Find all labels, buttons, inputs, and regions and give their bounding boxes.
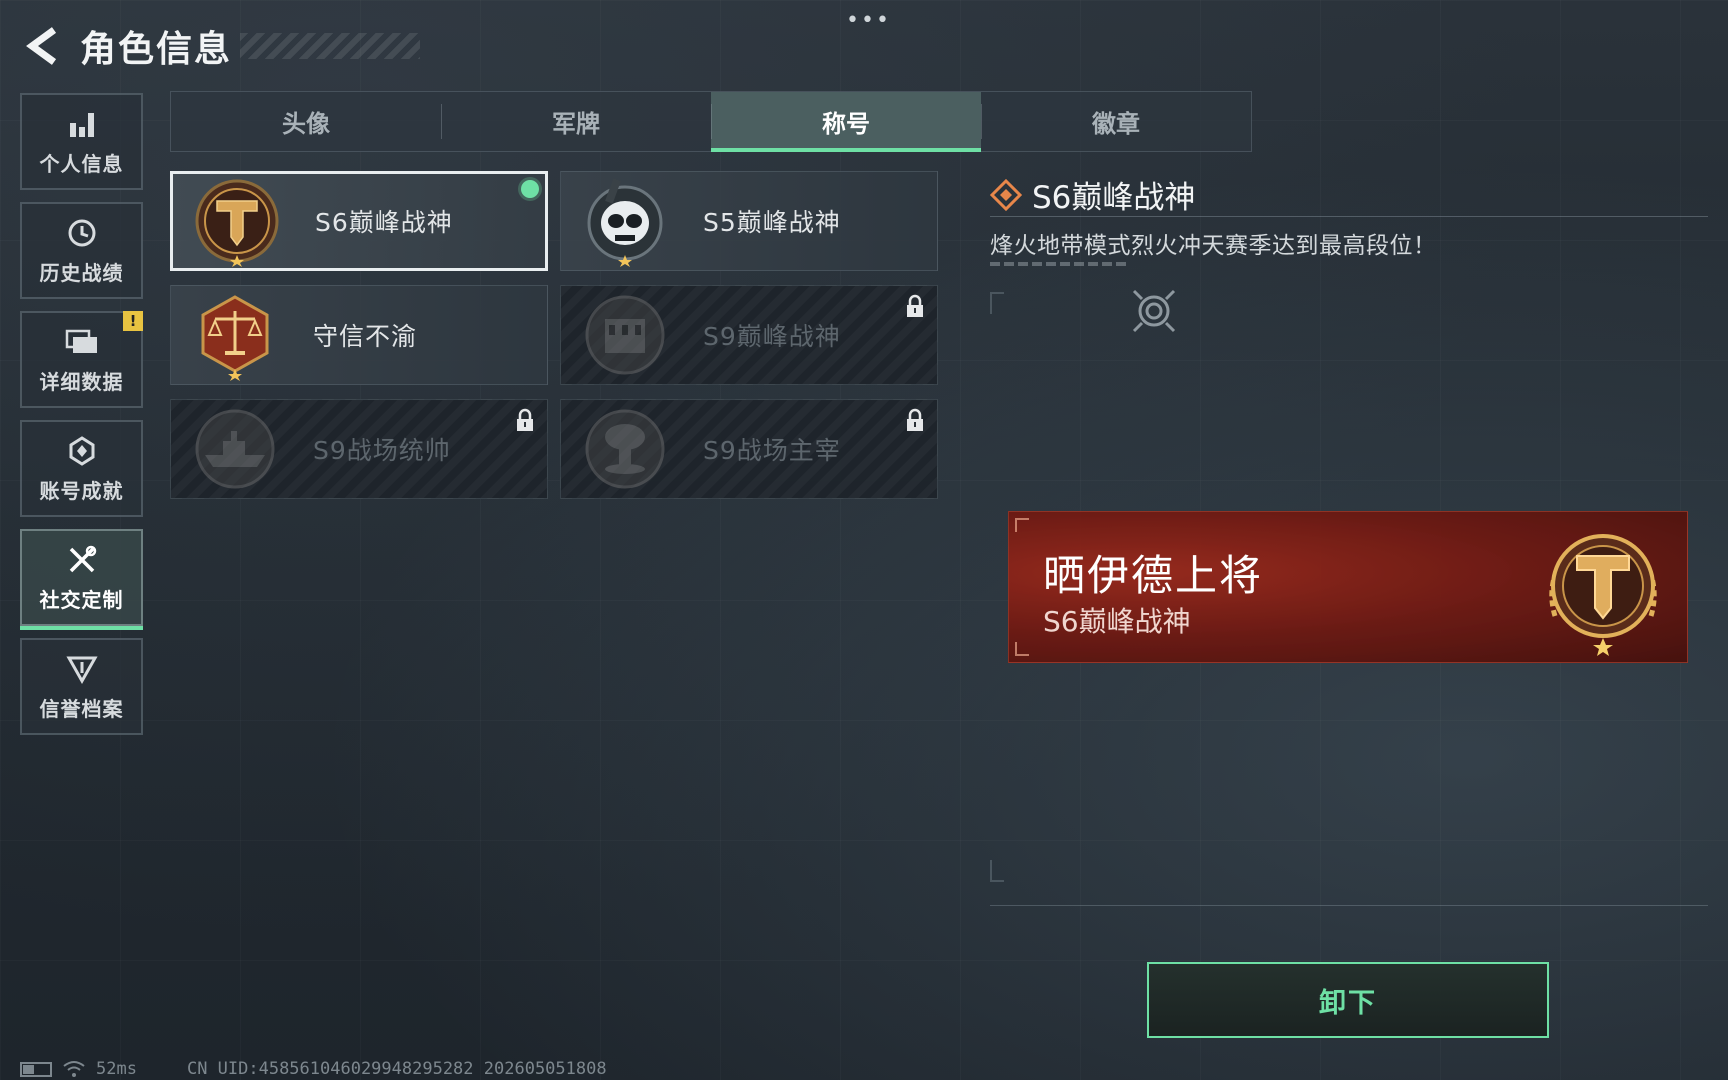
divider [990, 262, 1126, 266]
wifi-icon [63, 1061, 85, 1077]
title-card[interactable]: S5巅峰战神 [560, 171, 938, 271]
history-clock-icon [64, 215, 100, 251]
name-card-preview: 晒伊德上将 S6巅峰战神 [1008, 511, 1688, 663]
skull-emblem-icon [577, 173, 673, 269]
sidebar-item-label: 账号成就 [39, 479, 124, 503]
sidebar-item-label: 历史战绩 [39, 261, 124, 285]
divider [990, 905, 1708, 906]
player-name: 晒伊德上将 [1043, 551, 1264, 600]
target-icon [1130, 287, 1178, 339]
card-label: S9巅峰战神 [703, 322, 841, 351]
battery-icon [20, 1061, 52, 1077]
back-arrow-icon [26, 27, 57, 65]
tab-title[interactable]: 称号 [711, 92, 981, 152]
lock-icon [905, 294, 925, 322]
detail-header: S6巅峰战神 [990, 172, 1195, 217]
status-bar: 52ms CN UID:458561046029948295282 202605… [20, 1058, 607, 1080]
gold-t-emblem-icon [1533, 520, 1673, 660]
lock-icon [905, 408, 925, 436]
warship-emblem-icon [187, 401, 283, 497]
frame-corner [990, 860, 1004, 882]
title-card[interactable]: S9巅峰战神 [560, 285, 938, 385]
sidebar-item-label: 信誉档案 [39, 697, 124, 721]
detail-description: 烽火地带模式烈火冲天赛季达到最高段位！ [990, 233, 1437, 259]
sidebar-item-label: 社交定制 [39, 588, 124, 612]
gold-t-emblem-icon [189, 173, 285, 269]
tab-avatar[interactable]: 头像 [171, 92, 441, 151]
player-title: S6巅峰战神 [1043, 605, 1191, 638]
title-card-grid: S6巅峰战神 S5巅峰战神 守信不渝 S9巅峰战神 S9战场统帅 S9战场主宰 [170, 171, 938, 499]
bar-chart-icon [64, 106, 100, 142]
warning-badge: ! [123, 311, 143, 331]
tab-dog-tag[interactable]: 军牌 [441, 92, 711, 151]
page-header: 角色信息 [20, 18, 421, 74]
title-card[interactable]: S9战场主宰 [560, 399, 938, 499]
sidebar-item-detailed-data[interactable]: ! 详细数据 [20, 311, 143, 408]
scales-emblem-icon [187, 287, 283, 383]
tab-badge[interactable]: 徽章 [981, 92, 1251, 151]
equipped-indicator [521, 180, 539, 198]
title-card[interactable]: S6巅峰战神 [170, 171, 548, 271]
ping-text: 52ms [96, 1059, 137, 1079]
uid-text: CN UID:458561046029948295282 20260505180… [186, 1059, 607, 1079]
tools-icon [64, 542, 100, 578]
unequip-label: 卸下 [1319, 987, 1377, 1019]
card-label: S9战场主宰 [703, 436, 841, 465]
detail-title: S6巅峰战神 [1032, 180, 1196, 216]
sidebar-item-personal-info[interactable]: 个人信息 [20, 93, 143, 190]
card-label: S6巅峰战神 [315, 208, 453, 237]
tab-bar: 头像 军牌 称号 徽章 [170, 91, 1252, 152]
sidebar-item-label: 详细数据 [39, 370, 124, 394]
sidebar-item-reputation[interactable]: 信誉档案 [20, 638, 143, 735]
sidebar: 个人信息 历史战绩 ! 详细数据 账号成就 社交定制 信誉档案 [20, 93, 143, 747]
diamond-marker-icon [990, 178, 1022, 211]
more-dots-icon[interactable]: ••• [846, 8, 891, 33]
card-label: S5巅峰战神 [703, 208, 841, 237]
building-emblem-icon [577, 287, 673, 383]
frame-corner [990, 292, 1004, 314]
card-label: S9战场统帅 [313, 436, 451, 465]
sidebar-item-social-custom[interactable]: 社交定制 [20, 529, 143, 630]
card-label: 守信不渝 [313, 322, 418, 351]
mushroom-cloud-emblem-icon [577, 401, 673, 497]
sidebar-item-label: 个人信息 [39, 152, 124, 176]
sidebar-item-history[interactable]: 历史战绩 [20, 202, 143, 299]
back-button[interactable] [20, 24, 64, 68]
title-card[interactable]: S9战场统帅 [170, 399, 548, 499]
folders-icon [64, 324, 100, 360]
title-decoration [240, 33, 421, 59]
lock-icon [515, 408, 535, 436]
sidebar-item-achievements[interactable]: 账号成就 [20, 420, 143, 517]
achievement-icon [64, 433, 100, 469]
divider [990, 216, 1708, 217]
page-title: 角色信息 [80, 29, 233, 70]
reputation-icon [64, 651, 100, 687]
unequip-button[interactable]: 卸下 [1147, 962, 1549, 1038]
title-card[interactable]: 守信不渝 [170, 285, 548, 385]
